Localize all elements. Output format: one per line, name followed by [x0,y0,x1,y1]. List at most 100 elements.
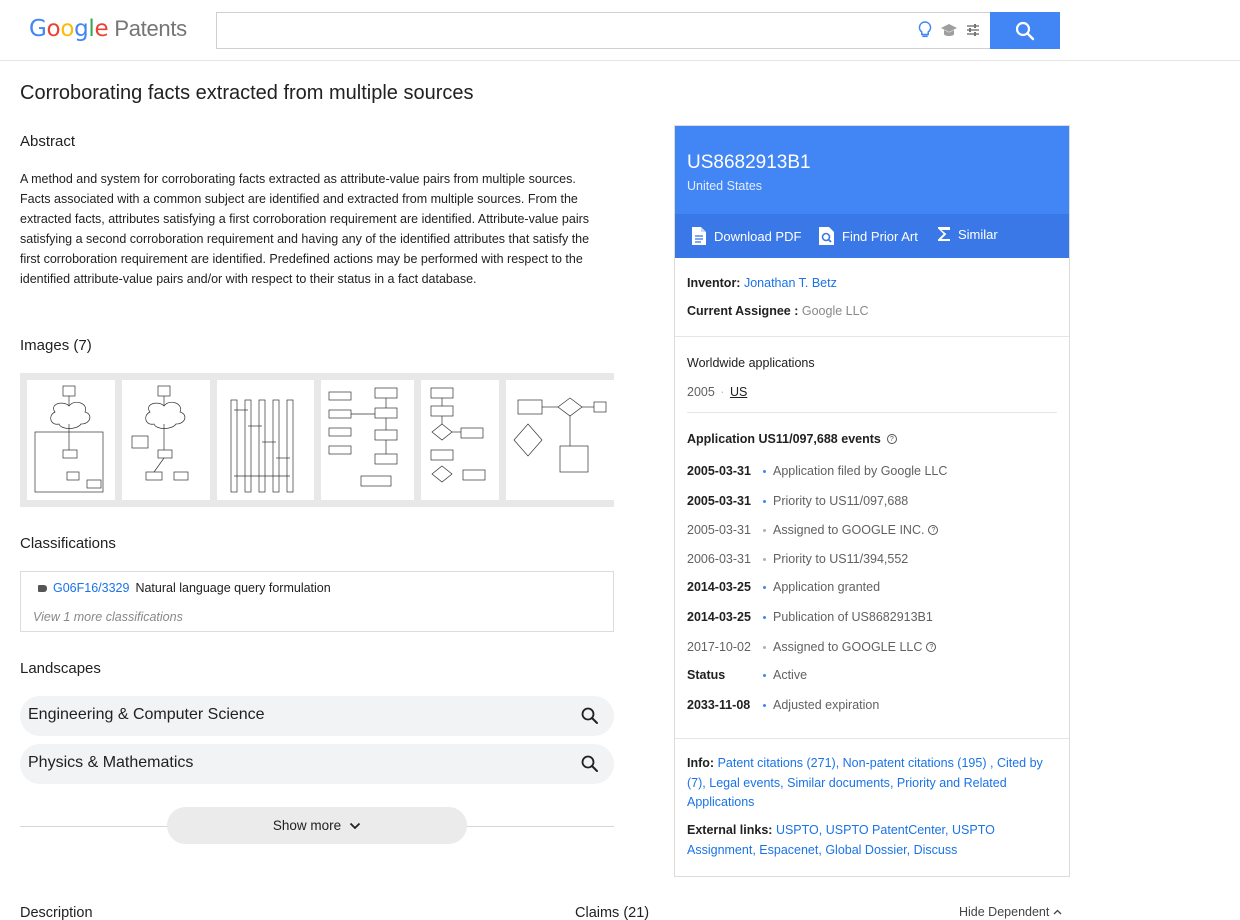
help-icon[interactable]: ? [928,525,939,535]
landscape-item[interactable]: Engineering & Computer Science [20,696,614,736]
event-text: Adjusted expiration [773,698,880,712]
lightbulb-icon[interactable] [918,21,932,39]
hide-dependent-toggle[interactable]: Hide Dependent [959,905,1062,919]
show-more-label: Show more [272,818,342,833]
external-link[interactable]: Global Dossier [825,843,906,857]
assignee-link[interactable]: Google LLC [802,304,869,318]
find-prior-art-label: Find Prior Art [842,228,918,244]
abstract-text: A method and system for corroborating fa… [20,172,590,286]
event-text-wrap: Priority to US11/097,688 [773,494,908,508]
help-icon[interactable]: ? [886,434,897,444]
search-icon[interactable] [580,706,600,726]
chevron-down-icon [350,822,361,829]
images-heading: Images (7) [20,337,92,354]
tag-icon [38,584,47,592]
scholar-cap-icon[interactable] [940,23,958,37]
patent-figure-thumbnail[interactable] [122,380,210,500]
event-text: Priority to US11/097,688 [773,494,909,508]
view-more-classifications-link[interactable]: View 1 more classifications [33,610,183,624]
event-date: 2014-03-25 [687,610,751,624]
patent-figure-thumbnail[interactable] [217,380,314,500]
event-text-wrap: Assigned to GOOGLE LLC? [773,640,937,654]
inventor-label: Inventor: [687,276,741,290]
landscape-item[interactable]: Physics & Mathematics [20,744,614,784]
event-text-wrap: Adjusted expiration [773,698,879,712]
external-link[interactable]: Discuss [914,843,958,857]
patent-figure-thumbnail[interactable] [27,380,115,500]
external-link[interactable]: Espacenet [759,843,818,857]
event-date: 2005-03-31 [687,523,751,537]
event-row: 2005-03-31 Assigned to GOOGLE INC.? [687,523,1067,541]
search-input[interactable] [225,19,905,43]
event-bullet [763,646,766,649]
pdf-file-icon [692,227,706,245]
patent-figure-thumbnail[interactable] [321,380,414,500]
event-date: Status [687,668,726,682]
landscape-label: Physics & Mathematics [28,754,194,771]
event-text-wrap: Application filed by Google LLC [773,464,947,478]
event-row: 2017-10-02 Assigned to GOOGLE LLC? [687,640,1067,658]
divider [675,336,1069,337]
event-text-wrap: Publication of US8682913B1 [773,610,933,624]
event-text-wrap: Assigned to GOOGLE INC.? [773,523,939,537]
find-prior-art-icon [819,227,834,245]
event-text: Application filed by Google LLC [773,464,948,478]
event-text: Assigned to GOOGLE INC. [773,523,925,537]
event-bullet [763,674,766,677]
event-bullet [763,616,766,619]
inventor-link[interactable]: Jonathan T. Betz [744,276,837,290]
google-patents-logo[interactable]: Google Patents [29,16,187,42]
assignee-label: Current Assignee : [687,304,799,318]
image-carousel[interactable] [20,373,614,507]
event-row: Status Active [687,668,1067,686]
help-icon[interactable]: ? [926,642,937,652]
divider [675,738,1069,739]
classification-code-link[interactable]: G06F16/3329 [53,581,129,595]
publication-country: United States [687,179,763,193]
classifications-box: G06F16/3329 Natural language query formu… [20,571,614,632]
events-heading: Application US11/097,688 events [687,432,881,446]
search-icon[interactable] [580,754,600,774]
event-row: 2005-03-31 Priority to US11/097,688 [687,494,1067,512]
event-text-wrap: Application granted [773,580,880,594]
worldwide-row: 2005 · US [687,385,747,399]
search-icon [1015,21,1035,40]
event-text-wrap: Priority to US11/394,552 [773,552,908,566]
event-date: 2005-03-31 [687,464,751,478]
event-bullet [763,470,766,473]
google-wordmark: Google [29,16,109,42]
search-button[interactable] [990,12,1060,49]
info-link[interactable]: Legal events [709,776,780,790]
similar-label: Similar [958,226,998,242]
worldwide-country-link[interactable]: US [730,385,747,399]
external-links-label: External links: [687,823,773,837]
classifications-heading: Classifications [20,535,116,552]
patent-figure-thumbnail[interactable] [421,380,499,500]
sigma-icon [938,227,950,241]
info-link[interactable]: Patent citations (271) [718,756,836,770]
abstract-heading: Abstract [20,133,76,150]
landscape-label: Engineering & Computer Science [28,706,265,723]
download-pdf-button[interactable]: Download PDF [691,226,801,246]
info-link[interactable]: Non-patent citations (195) [843,756,987,770]
similar-button[interactable]: Similar [937,226,998,242]
hide-dependent-label: Hide Dependent [959,905,1050,919]
event-row: 2014-03-25 Publication of US8682913B1 [687,610,1067,628]
event-row: 2006-03-31 Priority to US11/394,552 [687,552,1067,570]
event-row: 2014-03-25 Application granted [687,580,1067,598]
external-link[interactable]: USPTO PatentCenter [826,823,945,837]
panel-header: US8682913B1 United States [675,126,1069,214]
search-box [216,12,990,49]
patent-figure-thumbnail[interactable] [506,380,614,500]
info-link[interactable]: Similar documents [787,776,890,790]
find-prior-art-button[interactable]: Find Prior Art [818,226,918,246]
external-links-block: External links: USPTO, USPTO PatentCente… [687,823,995,857]
event-text: Application granted [773,580,881,594]
external-link[interactable]: USPTO [776,823,819,837]
top-bar: Google Patents [0,0,1240,61]
classification-description: Natural language query formulation [135,581,331,595]
show-more-button[interactable]: Show more [167,807,467,844]
tune-icon[interactable] [966,23,980,37]
inventor-row: Inventor: Jonathan T. Betz [687,276,837,290]
description-heading: Description [20,905,93,920]
